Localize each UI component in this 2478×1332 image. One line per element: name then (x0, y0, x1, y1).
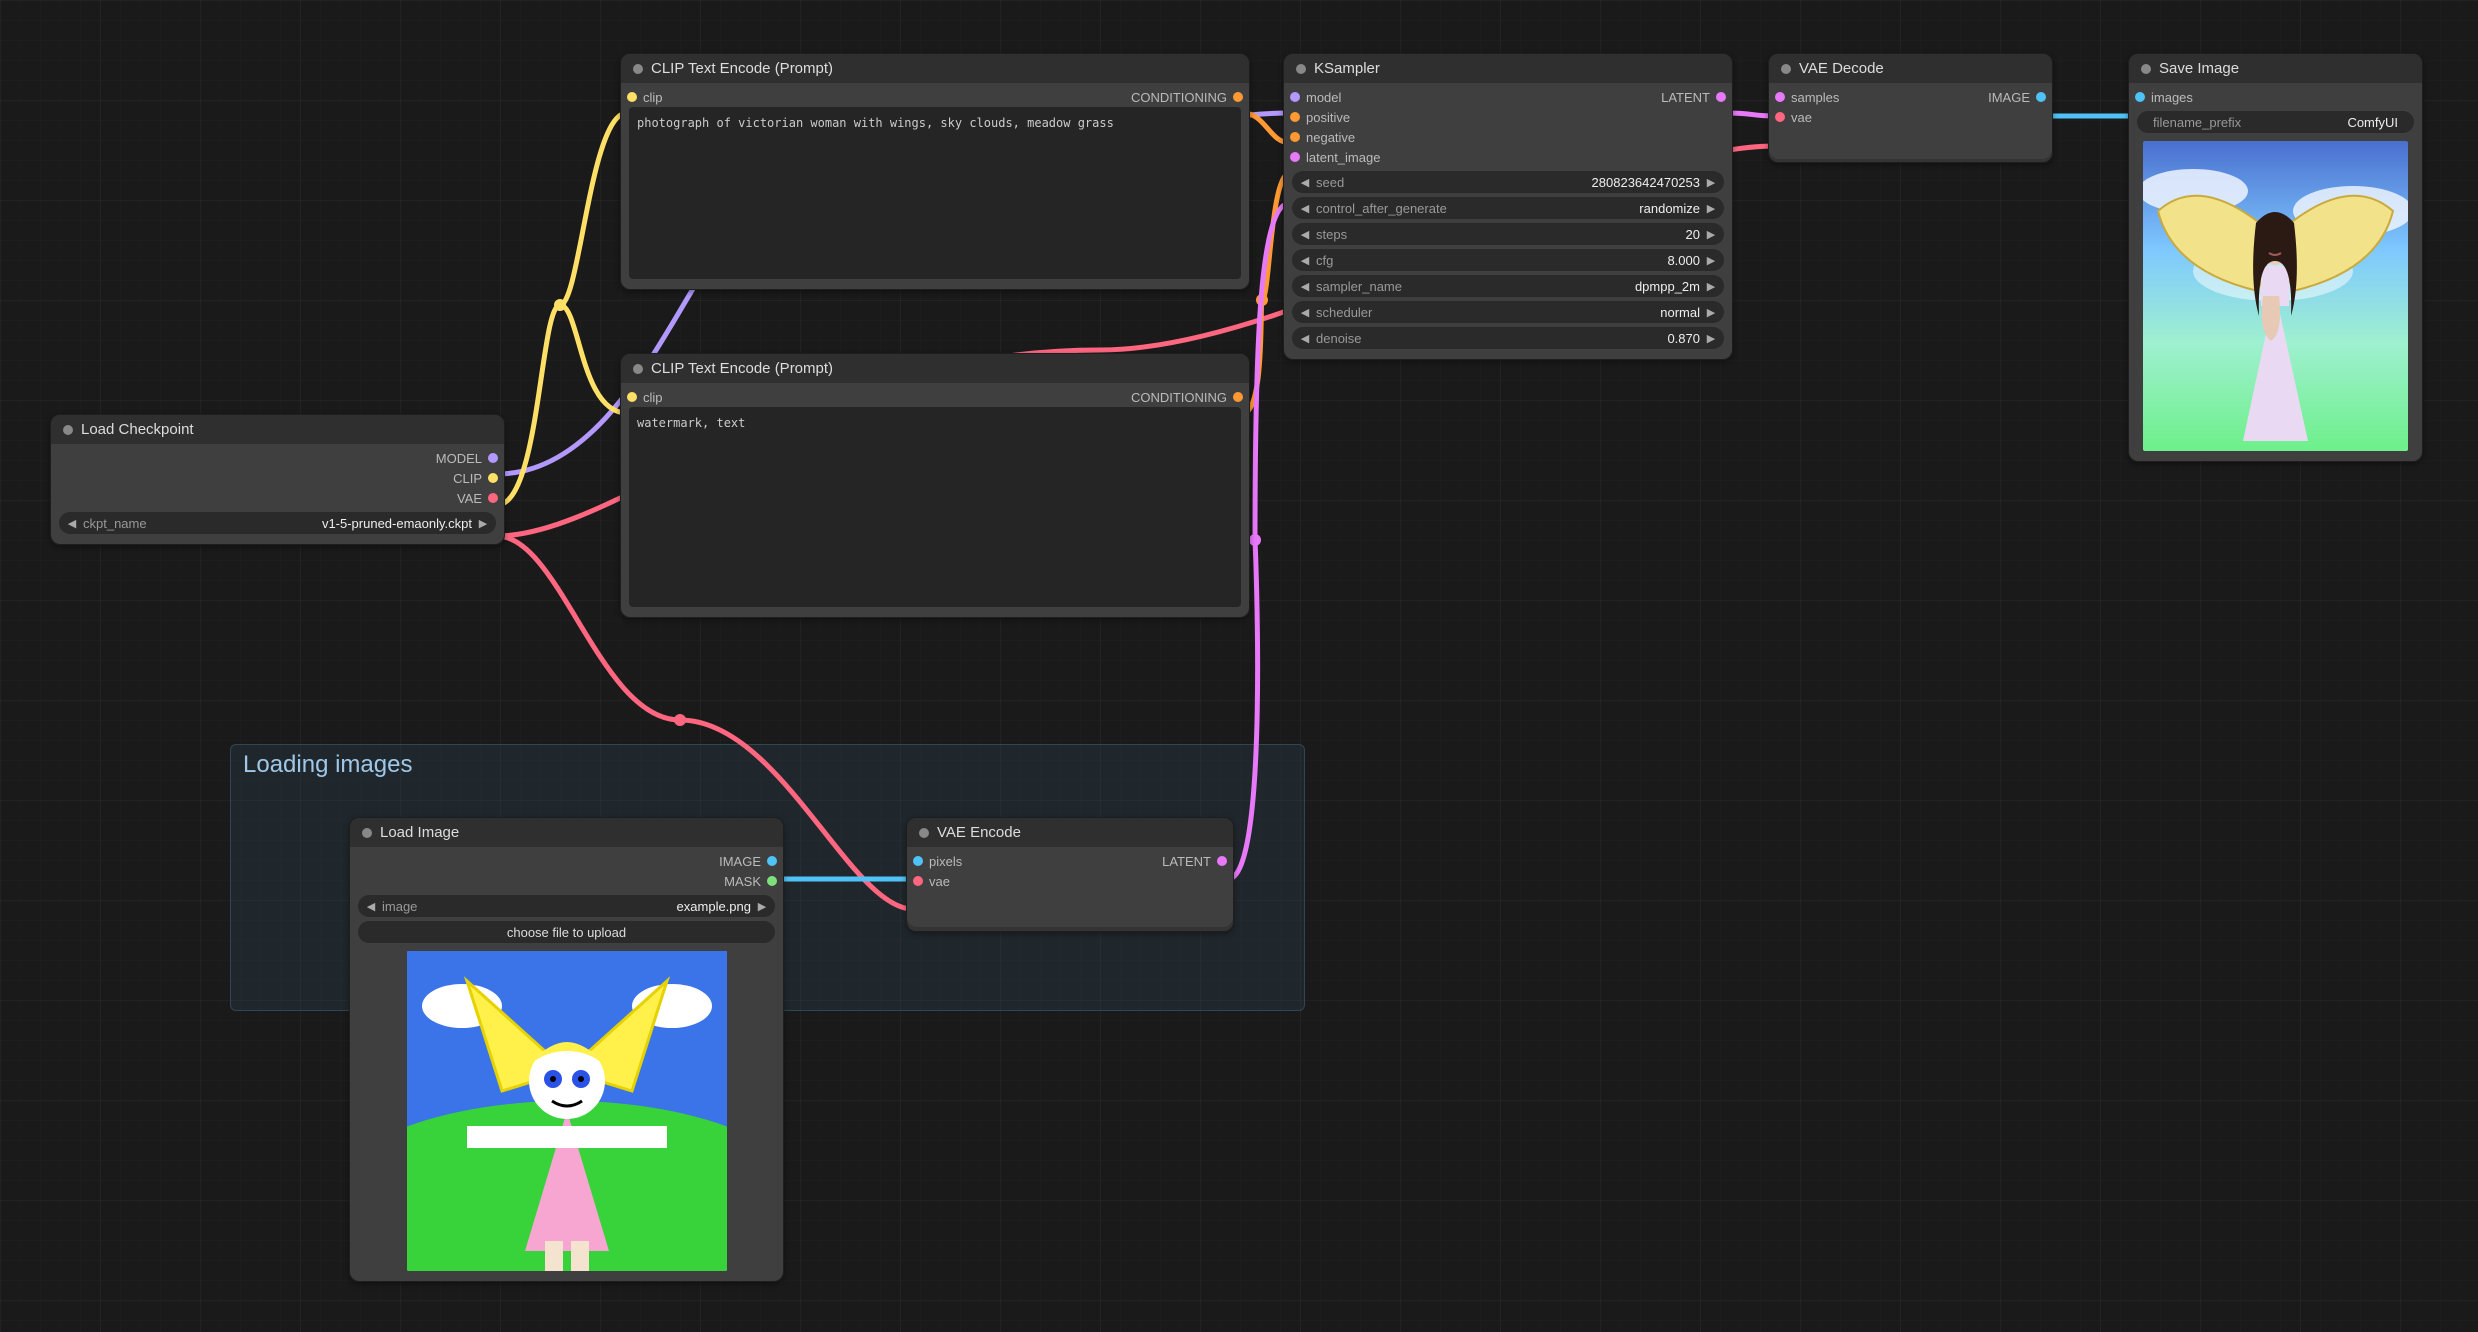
widget-denoise[interactable]: ◀ denoise 0.870 ▶ (1292, 327, 1724, 349)
port-out-mask[interactable]: MASK (724, 871, 775, 891)
collapse-icon[interactable] (2141, 64, 2151, 74)
port-in-model[interactable]: model (1292, 87, 1508, 107)
port-out-latent[interactable]: LATENT (1162, 851, 1225, 871)
widget-image-select[interactable]: ◀ image example.png ▶ (358, 895, 775, 917)
port-in-vae[interactable]: vae (1777, 107, 1911, 127)
chevron-right-icon[interactable]: ▶ (755, 900, 769, 913)
chevron-right-icon[interactable]: ▶ (1704, 228, 1718, 241)
node-title[interactable]: VAE Encode (907, 818, 1233, 847)
chevron-left-icon[interactable]: ◀ (1298, 254, 1312, 267)
widget-cfg[interactable]: ◀ cfg 8.000 ▶ (1292, 249, 1724, 271)
chevron-left-icon[interactable]: ◀ (364, 900, 378, 913)
chevron-left-icon[interactable]: ◀ (65, 517, 79, 530)
input-image-preview (358, 951, 775, 1271)
node-title-text: CLIP Text Encode (Prompt) (651, 60, 833, 77)
chevron-right-icon[interactable]: ▶ (1704, 280, 1718, 293)
chevron-left-icon[interactable]: ◀ (1298, 280, 1312, 293)
prompt-textarea[interactable]: photograph of victorian woman with wings… (629, 107, 1241, 279)
collapse-icon[interactable] (1296, 64, 1306, 74)
node-title-text: VAE Encode (937, 824, 1021, 841)
port-out-clip[interactable]: CLIP (453, 468, 496, 488)
node-vae-encode[interactable]: VAE Encode pixels vae LATENT (906, 817, 1234, 932)
node-save-image[interactable]: Save Image images filename_prefix ComfyU… (2128, 53, 2423, 462)
widget-ckpt-name[interactable]: ◀ ckpt_name v1-5-pruned-emaonly.ckpt ▶ (59, 512, 496, 534)
port-out-latent[interactable]: LATENT (1661, 87, 1724, 107)
chevron-right-icon[interactable]: ▶ (1704, 202, 1718, 215)
node-vae-decode[interactable]: VAE Decode samples vae IMAGE (1768, 53, 2053, 163)
chevron-left-icon[interactable]: ◀ (1298, 332, 1312, 345)
node-title-text: Save Image (2159, 60, 2239, 77)
node-title-text: Load Checkpoint (81, 421, 194, 438)
output-image-preview (2137, 141, 2414, 451)
port-out-conditioning[interactable]: CONDITIONING (1131, 387, 1241, 407)
node-title[interactable]: CLIP Text Encode (Prompt) (621, 54, 1249, 83)
prompt-textarea[interactable]: watermark, text (629, 407, 1241, 607)
port-in-images[interactable]: images (2137, 87, 2276, 107)
chevron-left-icon[interactable]: ◀ (1298, 176, 1312, 189)
chevron-right-icon[interactable]: ▶ (1704, 332, 1718, 345)
node-title[interactable]: CLIP Text Encode (Prompt) (621, 354, 1249, 383)
port-out-vae[interactable]: VAE (457, 488, 496, 508)
node-load-checkpoint[interactable]: Load Checkpoint MODEL CLIP VAE ◀ (50, 414, 505, 545)
port-in-negative[interactable]: negative (1292, 127, 1508, 147)
chevron-left-icon[interactable]: ◀ (1298, 228, 1312, 241)
chevron-right-icon[interactable]: ▶ (476, 517, 490, 530)
chevron-right-icon[interactable]: ▶ (1704, 306, 1718, 319)
group-title: Loading images (231, 745, 1304, 785)
collapse-icon[interactable] (633, 64, 643, 74)
port-out-image[interactable]: IMAGE (719, 851, 775, 871)
port-out-model[interactable]: MODEL (436, 448, 496, 468)
node-title[interactable]: VAE Decode (1769, 54, 2052, 83)
node-title[interactable]: KSampler (1284, 54, 1732, 83)
chevron-left-icon[interactable]: ◀ (1298, 202, 1312, 215)
port-in-latent-image[interactable]: latent_image (1292, 147, 1508, 167)
node-clip-text-encode-negative[interactable]: CLIP Text Encode (Prompt) clip CONDITION… (620, 353, 1250, 618)
chevron-right-icon[interactable]: ▶ (1704, 176, 1718, 189)
node-title[interactable]: Load Checkpoint (51, 415, 504, 444)
node-load-image[interactable]: Load Image IMAGE MASK ◀ image example.pn… (349, 817, 784, 1282)
node-title-text: Load Image (380, 824, 459, 841)
choose-file-button[interactable]: choose file to upload (358, 921, 775, 943)
collapse-icon[interactable] (633, 364, 643, 374)
collapse-icon[interactable] (919, 828, 929, 838)
node-title[interactable]: Load Image (350, 818, 783, 847)
port-in-samples[interactable]: samples (1777, 87, 1911, 107)
chevron-right-icon[interactable]: ▶ (1704, 254, 1718, 267)
node-title-text: VAE Decode (1799, 60, 1884, 77)
port-out-conditioning[interactable]: CONDITIONING (1131, 87, 1241, 107)
port-in-vae[interactable]: vae (915, 871, 1070, 891)
widget-steps[interactable]: ◀ steps 20 ▶ (1292, 223, 1724, 245)
port-in-clip[interactable]: clip (629, 87, 935, 107)
collapse-icon[interactable] (362, 828, 372, 838)
port-in-positive[interactable]: positive (1292, 107, 1508, 127)
collapse-icon[interactable] (1781, 64, 1791, 74)
port-out-image[interactable]: IMAGE (1988, 87, 2044, 107)
node-graph-canvas[interactable]: Loading images (0, 0, 2478, 1332)
port-in-pixels[interactable]: pixels (915, 851, 1070, 871)
chevron-left-icon[interactable]: ◀ (1298, 306, 1312, 319)
port-in-clip[interactable]: clip (629, 387, 935, 407)
widget-control-after-generate[interactable]: ◀ control_after_generate randomize ▶ (1292, 197, 1724, 219)
node-clip-text-encode-positive[interactable]: CLIP Text Encode (Prompt) clip CONDITION… (620, 53, 1250, 290)
node-title[interactable]: Save Image (2129, 54, 2422, 83)
collapse-icon[interactable] (63, 425, 73, 435)
node-title-text: KSampler (1314, 60, 1380, 77)
widget-filename-prefix[interactable]: filename_prefix ComfyUI (2137, 111, 2414, 133)
node-title-text: CLIP Text Encode (Prompt) (651, 360, 833, 377)
node-ksampler[interactable]: KSampler model positive negative latent_… (1283, 53, 1733, 360)
widget-seed[interactable]: ◀ seed 280823642470253 ▶ (1292, 171, 1724, 193)
widget-sampler-name[interactable]: ◀ sampler_name dpmpp_2m ▶ (1292, 275, 1724, 297)
widget-scheduler[interactable]: ◀ scheduler normal ▶ (1292, 301, 1724, 323)
